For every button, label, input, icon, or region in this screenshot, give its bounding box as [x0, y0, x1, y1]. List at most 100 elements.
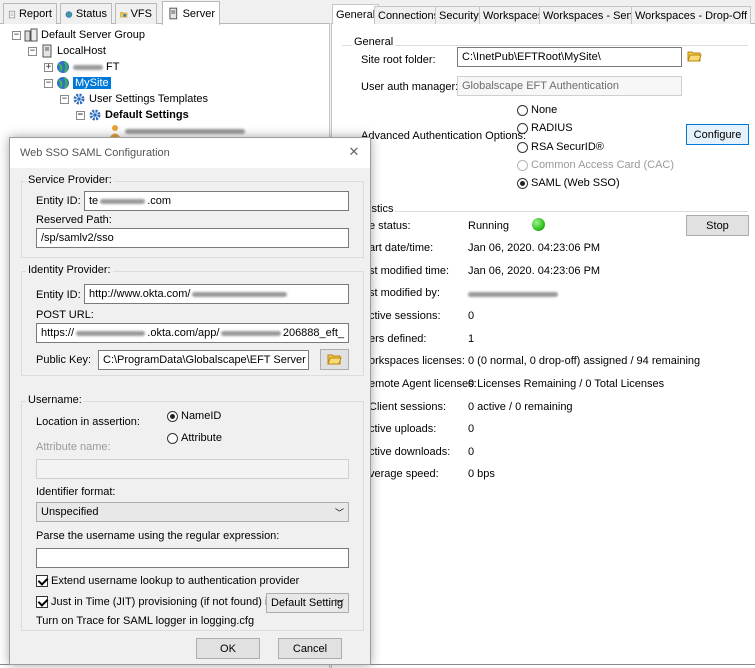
stat-value: 0: [468, 310, 475, 322]
chevron-down-icon: ﹀: [334, 599, 344, 609]
radio-radius[interactable]: RADIUS: [517, 122, 573, 134]
tree-label: Default Server Group: [41, 29, 145, 41]
attribute-name-label: Attribute name:: [36, 441, 111, 453]
jit-template-select[interactable]: Default Setting ﹀: [266, 593, 349, 613]
tab-label: Workspaces - Drop-Off: [635, 10, 748, 22]
checkbox-checked: [36, 575, 48, 587]
tab-security[interactable]: Security: [435, 6, 483, 25]
close-icon[interactable]: ✕: [346, 144, 362, 160]
redacted-text: [192, 291, 288, 297]
stat-label: Client sessions:: [369, 401, 447, 413]
field-text: .com: [147, 195, 172, 207]
tab-workspaces-drop-off[interactable]: Workspaces - Drop-Off: [631, 6, 752, 25]
tree-item-mysite[interactable]: − MySite: [44, 75, 111, 91]
user-auth-label: User auth manager:: [361, 81, 459, 93]
field-text: https://: [41, 327, 75, 339]
stop-button[interactable]: Stop: [686, 215, 749, 236]
redacted-text: [73, 64, 103, 70]
tab-workspaces[interactable]: Workspaces: [479, 6, 548, 25]
identity-provider-title: Identity Provider:: [26, 264, 113, 276]
tree-item-user-settings-templates[interactable]: − User Settings Templates: [60, 91, 208, 107]
identifier-format-label: Identifier format:: [36, 486, 116, 498]
username-group-title: Username:: [26, 394, 84, 406]
right-pane: General Connections Security Workspaces …: [331, 0, 755, 668]
redacted-text: [468, 292, 558, 297]
tab-vfs[interactable]: VFS: [115, 3, 157, 24]
tree-item-localhost[interactable]: − LocalHost: [28, 43, 106, 59]
tree-item-site-redacted[interactable]: + FT: [44, 59, 119, 75]
ok-button[interactable]: OK: [196, 638, 260, 659]
cancel-button[interactable]: Cancel: [278, 638, 342, 659]
sp-entity-id-label: Entity ID:: [36, 195, 81, 207]
sp-entity-id-field[interactable]: te .com: [84, 191, 349, 211]
tab-label: Connections: [378, 10, 440, 22]
collapse-icon[interactable]: −: [44, 78, 53, 88]
identifier-format-select[interactable]: Unspecified ﹀: [36, 502, 349, 522]
redacted-text: [76, 330, 146, 336]
radio-saml-web-sso[interactable]: SAML (Web SSO): [517, 177, 620, 189]
field-text: 206888_eft_: [282, 327, 344, 339]
stat-label: verage speed:: [369, 468, 439, 480]
collapse-icon[interactable]: −: [28, 46, 37, 56]
tab-status[interactable]: Status: [60, 3, 112, 24]
radio-circle: [517, 159, 528, 171]
browse-folder-icon[interactable]: [687, 50, 702, 63]
idp-entity-id-field[interactable]: http://www.okta.com/: [84, 284, 349, 304]
radio-label: RSA SecurID®: [531, 141, 604, 153]
regex-label: Parse the username using the regular exp…: [36, 530, 280, 542]
collapse-icon[interactable]: −: [60, 94, 69, 104]
stat-label: emote Agent licenses:: [369, 378, 477, 390]
stat-value: Jan 06, 2020. 04:23:06 PM: [468, 242, 601, 254]
post-url-label: POST URL:: [36, 309, 94, 321]
regex-field[interactable]: [36, 548, 349, 568]
radio-rsa-securid[interactable]: RSA SecurID®: [517, 141, 604, 153]
public-key-label: Public Key:: [36, 354, 92, 366]
configure-button[interactable]: Configure: [686, 124, 749, 145]
browse-public-key-button[interactable]: [320, 349, 349, 370]
stat-label: st modified time:: [369, 265, 450, 277]
collapse-icon[interactable]: −: [76, 110, 85, 120]
radio-circle: [517, 104, 528, 116]
radio-label: Attribute: [181, 432, 222, 444]
trace-note: Turn on Trace for SAML logger in logging…: [36, 615, 255, 627]
site-root-field[interactable]: C:\InetPub\EFTRoot\MySite\: [457, 47, 682, 67]
tab-server-label: Server: [182, 7, 215, 20]
extend-lookup-checkbox[interactable]: Extend username lookup to authentication…: [36, 575, 299, 587]
running-status-icon: [532, 218, 545, 231]
tab-workspaces-send[interactable]: Workspaces - Send: [539, 6, 643, 25]
tab-server[interactable]: Server: [162, 1, 220, 25]
stat-value: Jan 06, 2020. 04:23:06 PM: [468, 265, 601, 277]
radio-none[interactable]: None: [517, 104, 557, 116]
stat-label: ctive sessions:: [369, 310, 441, 322]
radio-label: SAML (Web SSO): [531, 177, 620, 189]
radio-label: RADIUS: [531, 122, 573, 134]
reserved-path-field[interactable]: /sp/samlv2/sso: [36, 228, 349, 248]
post-url-field[interactable]: https:// .okta.com/app/ 206888_eft_: [36, 323, 349, 343]
tab-general[interactable]: General: [332, 4, 380, 25]
redacted-text: [221, 330, 281, 336]
stat-value: 0 (0 normal, 0 drop-off) assigned / 94 r…: [468, 355, 701, 367]
globe-icon: [57, 61, 69, 73]
tab-connections[interactable]: Connections: [374, 6, 444, 25]
public-key-field[interactable]: C:\ProgramData\Globalscape\EFT Server En…: [98, 350, 309, 370]
tab-report[interactable]: Report: [3, 3, 57, 24]
chevron-down-icon: ﹀: [334, 508, 344, 518]
site-root-label: Site root folder:: [361, 54, 436, 66]
radio-label: Common Access Card (CAC): [531, 159, 675, 171]
radio-label: NameID: [181, 410, 222, 422]
general-tab-panel: General Site root folder: C:\InetPub\EFT…: [331, 24, 755, 668]
tree-item-default-server-group[interactable]: − Default Server Group: [12, 27, 145, 43]
vfs-folder-icon: [120, 11, 128, 17]
field-text: http://www.okta.com/: [89, 288, 191, 300]
tree-label: LocalHost: [57, 45, 106, 57]
expand-icon[interactable]: +: [44, 62, 53, 72]
dialog-titlebar: Web SSO SAML Configuration ✕: [10, 138, 370, 168]
left-tab-bar: Report Status VFS Server: [0, 0, 330, 25]
collapse-icon[interactable]: −: [12, 30, 21, 40]
stat-label: ctive downloads:: [369, 446, 451, 458]
radio-attribute[interactable]: Attribute: [167, 432, 222, 444]
radio-nameid[interactable]: NameID: [167, 410, 221, 422]
jit-provisioning-checkbox[interactable]: Just in Time (JIT) provisioning (if not …: [36, 596, 286, 608]
stat-label: st modified by:: [369, 287, 440, 299]
tree-item-default-settings[interactable]: − Default Settings: [76, 107, 189, 123]
